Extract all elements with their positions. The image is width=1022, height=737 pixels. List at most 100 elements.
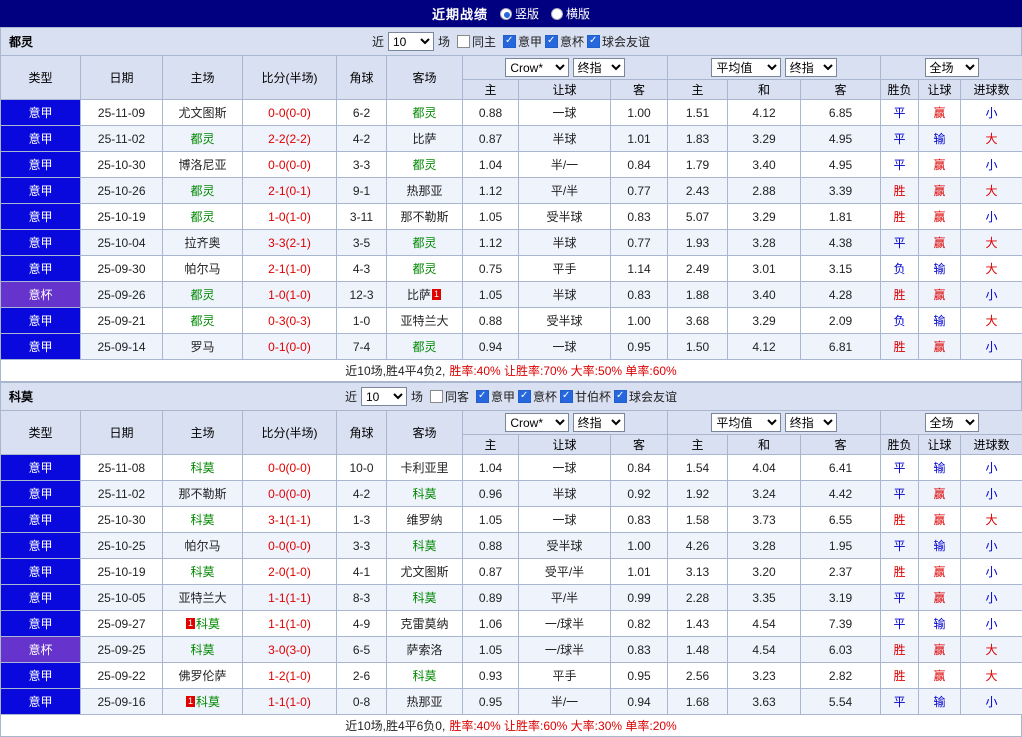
team-link[interactable]: 科莫 [196,617,220,631]
asia-odds-header: Crow* 终指 [463,411,668,435]
match-count-select[interactable]: 10 [388,32,434,51]
team-link[interactable]: 都灵 [412,158,436,172]
match-date: 25-10-30 [81,152,163,178]
checkbox-checked-icon [476,390,489,403]
team-link[interactable]: 科莫 [412,669,436,683]
result-cell: 胜 [881,559,919,585]
asia-away-odds: 0.95 [611,334,668,360]
asia-away-odds: 1.01 [611,126,668,152]
team-link[interactable]: 科莫 [412,539,436,553]
team-link[interactable]: 尤文图斯 [178,106,226,120]
league-filter-checkbox[interactable]: 意杯 [545,33,584,50]
team-link[interactable]: 亚特兰大 [400,314,448,328]
team-link[interactable]: 科莫 [190,565,214,579]
corner-cell: 10-0 [337,455,387,481]
team-link[interactable]: 科莫 [412,487,436,501]
team-link[interactable]: 帕尔马 [184,262,220,276]
team-link[interactable]: 热那亚 [406,184,442,198]
goals-result-cell: 小 [961,455,1022,481]
euro-draw-odds: 3.35 [728,585,801,611]
team-link[interactable]: 比萨 [412,132,436,146]
team-link[interactable]: 帕尔马 [184,539,220,553]
team-link[interactable]: 亚特兰大 [178,591,226,605]
corner-cell: 0-8 [337,689,387,715]
asia-stage-select[interactable]: 终指 [573,413,625,432]
league-filter-checkbox[interactable]: 球会友谊 [587,33,650,50]
team-link[interactable]: 科莫 [190,643,214,657]
team-link[interactable]: 科莫 [196,695,220,709]
team-link[interactable]: 科莫 [190,513,214,527]
team-link[interactable]: 都灵 [190,132,214,146]
euro-away-odds: 4.95 [801,126,881,152]
corner-cell: 4-2 [337,126,387,152]
home-team-cell: 1科莫 [163,611,243,637]
team-link[interactable]: 尤文图斯 [400,565,448,579]
team-link[interactable]: 都灵 [412,340,436,354]
result-cell: 平 [881,126,919,152]
match-count-select[interactable]: 10 [361,387,407,406]
team-link[interactable]: 拉齐奥 [184,236,220,250]
match-date: 25-11-02 [81,126,163,152]
asia-provider-select[interactable]: Crow* [505,58,569,77]
euro-provider-select[interactable]: 平均值 [711,58,781,77]
checkbox-checked-icon [587,35,600,48]
col-asia-home: 主 [463,435,519,455]
match-row: 意甲25-10-26都灵2-1(0-1)9-1热那亚1.12平/半0.772.4… [1,178,1022,204]
euro-provider-select[interactable]: 平均值 [711,413,781,432]
asia-handicap: 受平/半 [519,559,611,585]
league-filter-checkbox[interactable]: 意杯 [518,388,557,405]
col-asia-line: 让球 [519,435,611,455]
league-filter-label: 意甲 [518,33,542,50]
score-cell: 0-0(0-0) [243,455,337,481]
euro-stage-select[interactable]: 终指 [785,58,837,77]
team-link[interactable]: 卡利亚里 [400,461,448,475]
away-team-cell: 科莫 [387,663,463,689]
team-link[interactable]: 萨索洛 [406,643,442,657]
asia-stage-select[interactable]: 终指 [573,58,625,77]
same-venue-filter[interactable]: 同主 [457,33,496,50]
team-link[interactable]: 比萨 [407,288,431,302]
red-card-badge: 1 [432,289,441,300]
radio-vertical-layout[interactable]: 竖版 [500,5,539,22]
league-filter-checkbox[interactable]: 意甲 [476,388,515,405]
team-link[interactable]: 维罗纳 [406,513,442,527]
team-link[interactable]: 那不勒斯 [400,210,448,224]
team-link[interactable]: 那不勒斯 [178,487,226,501]
team-link[interactable]: 都灵 [190,184,214,198]
home-team-cell: 博洛尼亚 [163,152,243,178]
euro-stage-select[interactable]: 终指 [785,413,837,432]
team-link[interactable]: 博洛尼亚 [178,158,226,172]
scope-select[interactable]: 全场 [925,58,979,77]
team-link[interactable]: 都灵 [190,288,214,302]
score-cell: 3-0(3-0) [243,637,337,663]
euro-away-odds: 3.15 [801,256,881,282]
radio-horizontal-layout[interactable]: 横版 [551,5,590,22]
team-link[interactable]: 克雷莫纳 [400,617,448,631]
team-link[interactable]: 热那亚 [406,695,442,709]
team-link[interactable]: 都灵 [412,236,436,250]
team-link[interactable]: 都灵 [412,262,436,276]
summary-stats: 胜率:40% 让胜率:70% 大率:50% 单率:60% [449,362,676,379]
team-link[interactable]: 科莫 [412,591,436,605]
league-type-cell: 意甲 [1,455,81,481]
result-cell: 胜 [881,663,919,689]
team-link[interactable]: 都灵 [190,314,214,328]
result-cell: 平 [881,230,919,256]
team-link[interactable]: 科莫 [190,461,214,475]
team-link[interactable]: 罗马 [190,340,214,354]
match-date: 25-09-27 [81,611,163,637]
scope-select[interactable]: 全场 [925,413,979,432]
same-venue-filter[interactable]: 同客 [430,388,469,405]
team-link[interactable]: 都灵 [412,106,436,120]
team-link[interactable]: 佛罗伦萨 [178,669,226,683]
league-filter-checkbox[interactable]: 意甲 [503,33,542,50]
away-team-cell: 都灵 [387,100,463,126]
league-filter-checkbox[interactable]: 甘伯杯 [560,388,611,405]
asia-provider-select[interactable]: Crow* [505,413,569,432]
result-cell: 负 [881,256,919,282]
team-link[interactable]: 都灵 [190,210,214,224]
league-filter-checkbox[interactable]: 球会友谊 [614,388,677,405]
result-cell: 胜 [881,637,919,663]
asia-away-odds: 0.84 [611,152,668,178]
team-name: 都灵 [9,33,33,50]
